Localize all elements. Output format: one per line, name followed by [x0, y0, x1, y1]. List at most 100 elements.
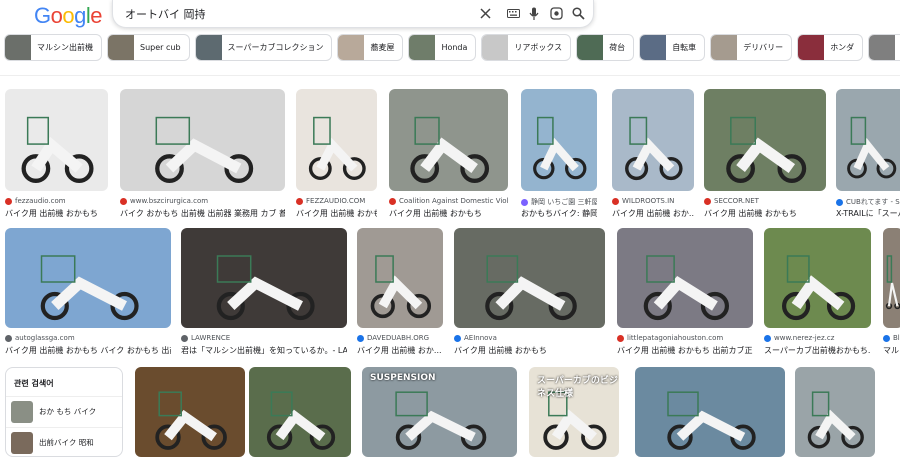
result-source-label: LAWRENCE — [191, 334, 231, 342]
result-source[interactable]: FEZZAUDIO.COM — [296, 197, 377, 205]
related-thumbnail — [11, 431, 33, 454]
google-logo[interactable]: Google — [34, 3, 103, 29]
site-favicon-icon — [883, 334, 890, 342]
result-thumbnail[interactable] — [296, 89, 377, 191]
result-thumbnail[interactable] — [836, 89, 900, 191]
result-thumbnail[interactable]: スーパーカブのビジネス仕様 — [529, 367, 619, 457]
result-source[interactable]: DAVEDUABH.ORG — [357, 334, 443, 342]
motorbike-figure — [533, 116, 587, 180]
result-thumbnail[interactable] — [389, 89, 508, 191]
result-source[interactable]: CUBれてます - Se — [836, 197, 900, 207]
result-thumbnail[interactable] — [249, 367, 351, 457]
result-thumbnail[interactable] — [181, 228, 347, 328]
result-title[interactable]: バイク用 出前機 おか... — [357, 345, 443, 356]
motorbike-figure — [643, 255, 730, 321]
result-thumbnail[interactable] — [521, 89, 597, 191]
result-title[interactable]: バイク用 出前機 おかもち — [454, 345, 605, 356]
chip-thumbnail — [108, 35, 134, 60]
result-thumbnail[interactable] — [612, 89, 694, 191]
site-favicon-icon — [612, 197, 619, 205]
chip-label: リアボックス — [514, 43, 563, 52]
search-icon[interactable] — [570, 5, 586, 21]
result-title[interactable]: バイク用 出前機 おかもち 出前カブ正... — [617, 345, 753, 356]
motorbike-figure — [807, 391, 864, 449]
result-title[interactable]: 君は「マルシン出前機」を知っているか。- LAWR... — [181, 345, 347, 356]
result-title[interactable]: スーパーカブ出前機おかもち... — [764, 345, 871, 356]
result-title[interactable]: バイク用 出前機 おかもち バイク おかもち 出前... — [5, 345, 171, 356]
result-thumbnail[interactable] — [5, 89, 108, 191]
chip-thumbnail — [869, 35, 896, 60]
result-title[interactable]: バイク用 出前機 おかもち — [296, 208, 377, 219]
result-thumbnail[interactable] — [617, 228, 753, 328]
filter-chip[interactable]: Honda — [408, 34, 477, 61]
filter-chip[interactable]: デリバリー — [710, 34, 793, 61]
result-source[interactable]: Bl — [883, 334, 900, 342]
result-thumbnail[interactable] — [635, 367, 785, 457]
result-thumbnail[interactable] — [795, 367, 875, 457]
result-title[interactable]: バイク用 出前機 おかもち — [5, 208, 108, 219]
result-title[interactable]: X-TRAILに「スーパ — [836, 208, 900, 219]
chip-label: デリバリー — [743, 43, 784, 52]
related-search-label: おか もち バイク — [39, 407, 97, 416]
chip-thumbnail — [5, 35, 31, 60]
filter-chip[interactable]: 出前配達 — [868, 34, 900, 61]
motorbike-figure — [410, 116, 490, 183]
result-source[interactable]: AEInnova — [454, 334, 605, 342]
result-source[interactable]: fezzaudio.com — [5, 197, 108, 205]
result-title[interactable]: マル — [883, 345, 900, 356]
site-favicon-icon — [5, 197, 12, 205]
related-search-item[interactable]: 出前バイク 昭和 — [6, 427, 122, 457]
result-source[interactable]: WILDROOTS.IN — [612, 197, 694, 205]
result-source[interactable]: 静岡 いちご園 三軒屋... — [521, 197, 597, 207]
result-source[interactable]: www.bszcirurgica.com — [120, 197, 285, 205]
filter-chip[interactable]: リアボックス — [481, 34, 572, 61]
filter-chip[interactable]: 蕎麦屋 — [337, 34, 404, 61]
result-source-label: 静岡 いちご園 三軒屋... — [531, 198, 597, 206]
related-searches-panel: 관련 검색어 おか もち バイク 出前バイク 昭和 — [5, 367, 123, 457]
result-thumbnail[interactable] — [357, 228, 443, 328]
chip-thumbnail — [798, 35, 825, 60]
site-favicon-icon — [764, 334, 771, 342]
result-title[interactable]: バイク おかもち 出前機 出前器 業務用 カブ 蕎... — [120, 208, 285, 219]
filter-chip[interactable]: スーパーカブコレクション — [194, 34, 333, 61]
result-source[interactable]: Coalition Against Domestic Viol... — [389, 197, 508, 205]
result-thumbnail[interactable] — [135, 367, 245, 457]
chip-label: 自転車 — [672, 43, 697, 52]
result-source[interactable]: LAWRENCE — [181, 334, 347, 342]
close-icon[interactable] — [477, 5, 493, 21]
motorbike-figure — [726, 116, 807, 183]
site-favicon-icon — [181, 334, 188, 342]
lens-icon[interactable] — [548, 5, 564, 21]
result-title[interactable]: バイク用 出前機 おか... — [612, 208, 694, 219]
related-search-item[interactable]: おか もち バイク — [6, 396, 122, 426]
filter-chip[interactable]: マルシン出前機 — [4, 34, 102, 61]
result-thumbnail[interactable] — [704, 89, 826, 191]
result-thumbnail[interactable] — [120, 89, 285, 191]
result-thumbnail[interactable] — [883, 228, 900, 328]
result-thumbnail[interactable] — [5, 228, 171, 328]
search-input[interactable]: オートバイ 岡持 — [125, 6, 206, 22]
filter-chip[interactable]: 荷台 — [576, 34, 635, 61]
keyboard-icon[interactable] — [505, 5, 521, 21]
result-title[interactable]: バイク用 出前機 おかもち — [389, 208, 508, 219]
result-source[interactable]: SECCOR.NET — [704, 197, 826, 205]
motorbike-figure — [308, 116, 366, 180]
search-box[interactable]: オートバイ 岡持 — [112, 0, 594, 28]
result-source[interactable]: autoglassga.com — [5, 334, 171, 342]
motorbike-figure — [21, 116, 94, 183]
result-title[interactable]: バイク用 出前機 おかもち — [704, 208, 826, 219]
chip-thumbnail — [577, 35, 604, 60]
result-source[interactable]: www.nerez-jez.cz — [764, 334, 871, 342]
filter-chip[interactable]: 自転車 — [639, 34, 706, 61]
result-thumbnail[interactable] — [454, 228, 605, 328]
mic-icon[interactable] — [526, 5, 542, 21]
site-favicon-icon — [617, 334, 624, 342]
motorbike-figure — [543, 391, 607, 450]
filter-chip[interactable]: ホンダ — [797, 34, 864, 61]
filter-chip[interactable]: Super cub — [107, 34, 190, 61]
related-searches-title: 관련 검색어 — [14, 379, 54, 388]
result-thumbnail[interactable]: SUSPENSION — [362, 367, 517, 457]
result-title[interactable]: おかもちバイク: 静岡... — [521, 208, 597, 219]
result-thumbnail[interactable] — [764, 228, 871, 328]
result-source[interactable]: littlepatagoniahouston.com — [617, 334, 753, 342]
